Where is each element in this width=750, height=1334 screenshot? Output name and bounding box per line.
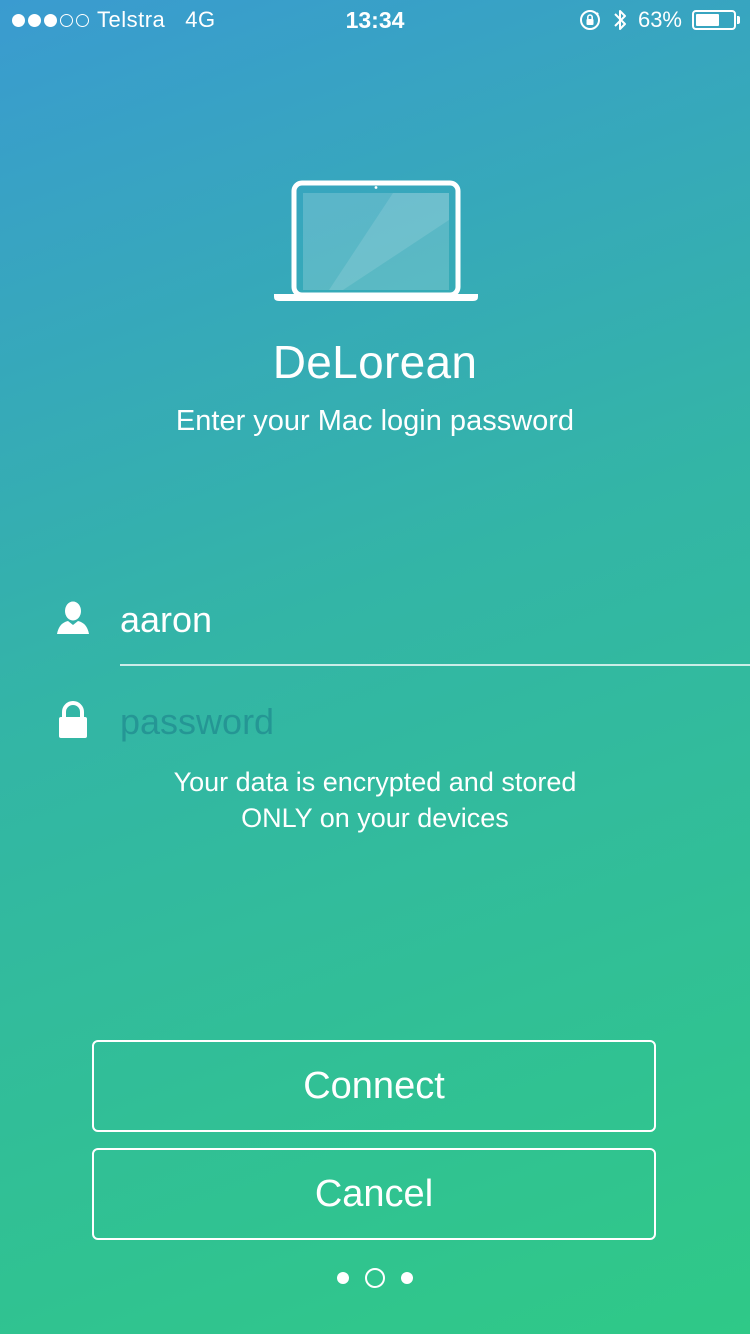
encryption-notice: Your data is encrypted and stored ONLY o… (0, 764, 750, 836)
user-icon (57, 601, 89, 634)
username-field[interactable] (120, 588, 750, 652)
battery-fill (696, 14, 719, 26)
battery-percent: 63% (637, 7, 682, 32)
status-right: 63% (578, 0, 740, 40)
encryption-notice-line1: Your data is encrypted and stored (173, 767, 577, 797)
password-row (0, 690, 750, 754)
laptop-icon (274, 180, 478, 301)
page-dot-current[interactable] (365, 1268, 385, 1288)
rotation-lock-icon (579, 10, 600, 30)
bluetooth-icon (614, 10, 626, 30)
status-bar: Telstra 4G 13:34 63% (0, 0, 750, 40)
battery-body (692, 10, 736, 30)
connect-button[interactable]: Connect (92, 1040, 656, 1132)
battery-tip (737, 16, 740, 24)
app-subtitle: Enter your Mac login password (175, 405, 575, 437)
encryption-notice-line2: ONLY on your devices (241, 803, 509, 833)
battery-icon (692, 10, 740, 30)
lock-icon (59, 701, 87, 738)
page-dot[interactable] (401, 1272, 413, 1284)
password-field[interactable] (120, 690, 750, 754)
username-underline (120, 664, 750, 666)
app-title: DeLorean (272, 336, 478, 388)
page-dot[interactable] (337, 1272, 349, 1284)
page-indicator (0, 1268, 750, 1288)
cancel-button[interactable]: Cancel (92, 1148, 656, 1240)
username-row (0, 588, 750, 652)
